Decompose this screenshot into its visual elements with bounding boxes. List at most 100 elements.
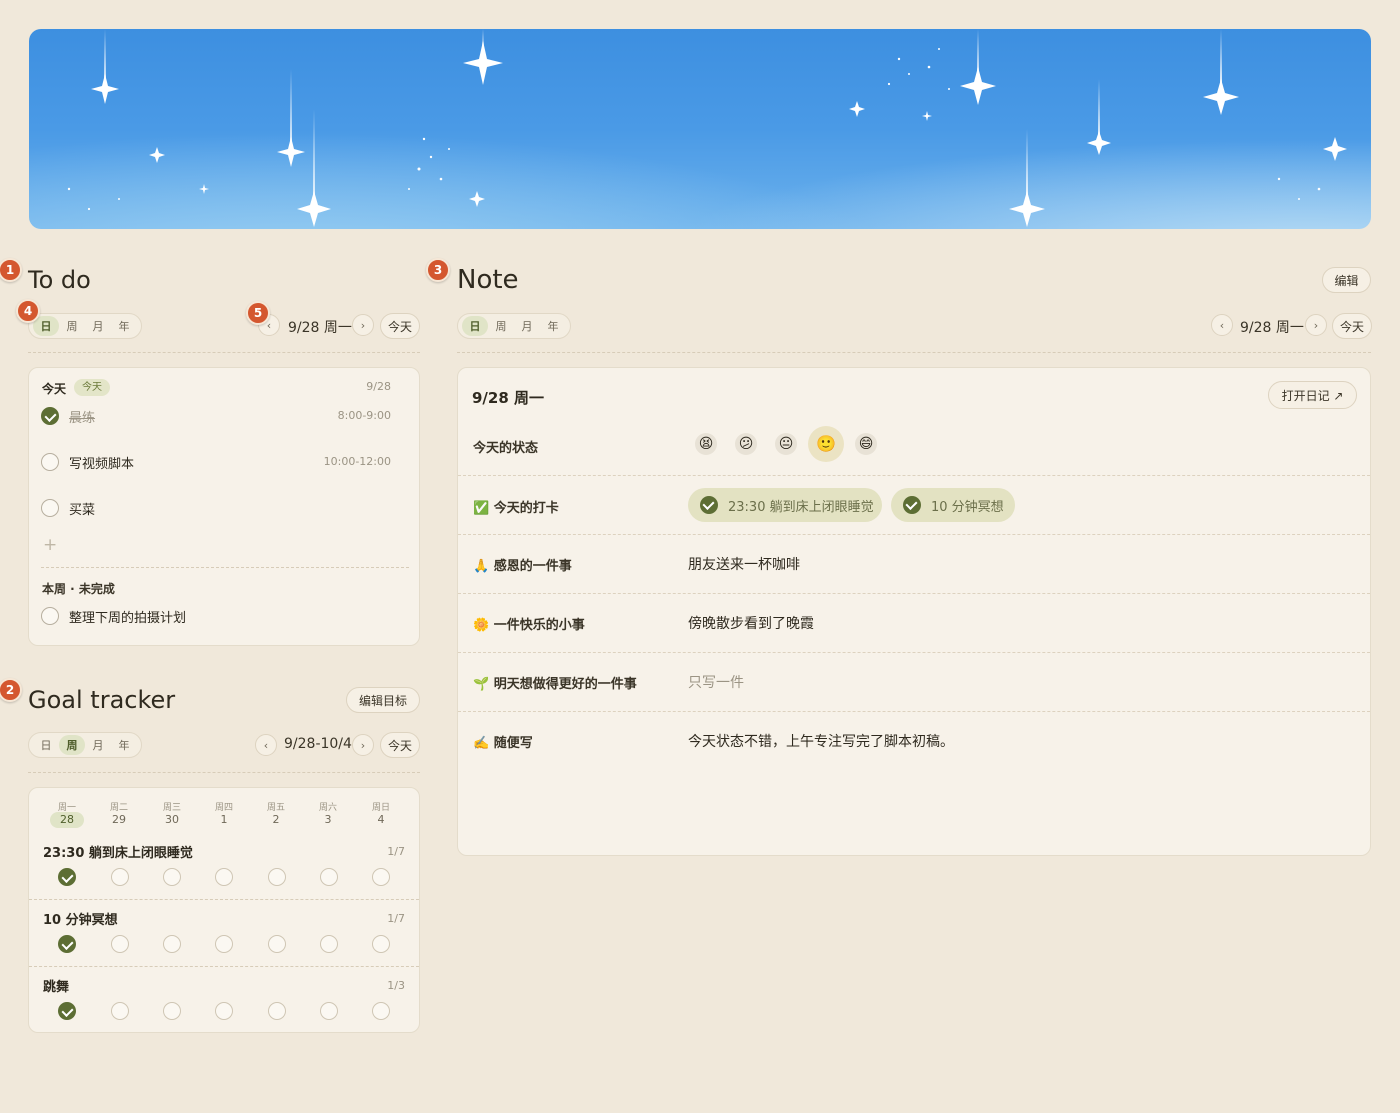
header-banner-image	[29, 29, 1371, 229]
today-date-label: 9/28	[366, 380, 391, 393]
todo-view-week[interactable]: 周	[59, 316, 85, 336]
goal-day-check[interactable]	[111, 1002, 129, 1020]
goal-view-month[interactable]: 月	[85, 735, 111, 755]
note-view-day[interactable]: 日	[462, 316, 488, 336]
todo-date: 9/28 周一	[288, 320, 352, 336]
goal-day-check[interactable]	[372, 868, 390, 886]
todo-next-button[interactable]: ›	[352, 314, 374, 336]
goal-day-check[interactable]	[268, 935, 286, 953]
todo-item[interactable]: 写视频脚本 10:00-12:00	[29, 450, 419, 474]
step-badge-2: 2	[0, 678, 22, 702]
happy-thing-label: 🌼 一件快乐的小事	[473, 618, 585, 633]
goal-day-check[interactable]	[163, 1002, 181, 1020]
checkin-chip-label: 10 分钟冥想	[931, 499, 1004, 515]
edit-goals-button[interactable]: 编辑目标	[346, 687, 420, 713]
day-number[interactable]: 30	[155, 812, 189, 828]
improve-row[interactable]: 🌱 明天想做得更好的一件事 只写一件	[458, 652, 1370, 711]
today-tag: 今天	[74, 379, 110, 396]
divider	[28, 352, 420, 353]
mood-neutral-icon[interactable]: 😐	[775, 433, 797, 455]
todo-checkbox[interactable]	[41, 499, 59, 517]
todo-checkbox[interactable]	[41, 453, 59, 471]
week-section-label: 本周 · 未完成	[42, 582, 115, 596]
goal-day-check[interactable]	[215, 1002, 233, 1020]
mood-very-happy-icon[interactable]: 😄	[855, 433, 877, 455]
note-today-button[interactable]: 今天	[1332, 313, 1372, 339]
note-card-date: 9/28 周一	[472, 389, 545, 407]
goal-day-check[interactable]	[111, 868, 129, 886]
mood-sad-icon[interactable]: 😕	[735, 433, 757, 455]
checkin-chip[interactable]: 23:30 躺到床上闭眼睡觉	[688, 488, 882, 522]
goal-day-check[interactable]	[320, 1002, 338, 1020]
chevron-right-icon: ›	[360, 738, 366, 752]
improve-label: 🌱 明天想做得更好的一件事	[473, 677, 637, 692]
goal-today-button[interactable]: 今天	[380, 732, 420, 758]
step-badge-4: 4	[16, 299, 40, 323]
day-number[interactable]: 1	[207, 812, 241, 828]
goal-day-check[interactable]	[215, 868, 233, 886]
todo-view-month[interactable]: 月	[85, 316, 111, 336]
goal-day-check[interactable]	[372, 935, 390, 953]
goal-next-button[interactable]: ›	[352, 734, 374, 756]
goal-day-check[interactable]	[163, 868, 181, 886]
goal-day-check[interactable]	[372, 1002, 390, 1020]
goal-name: 跳舞	[43, 980, 70, 995]
goal-day-check[interactable]	[111, 935, 129, 953]
improve-placeholder[interactable]: 只写一件	[688, 672, 744, 692]
goal-day-check[interactable]	[268, 868, 286, 886]
todo-text: 写视频脚本	[69, 457, 135, 472]
goal-name: 23:30 躺到床上闭眼睡觉	[43, 846, 193, 861]
goal-day-check[interactable]	[320, 868, 338, 886]
goal-day-check-done[interactable]	[58, 1002, 76, 1020]
freewrite-row[interactable]: ✍️ 随便写 今天状态不错，上午专注写完了脚本初稿。	[458, 711, 1370, 771]
todo-today-button[interactable]: 今天	[380, 313, 420, 339]
day-number[interactable]: 3	[311, 812, 345, 828]
note-edit-button[interactable]: 编辑	[1322, 267, 1371, 293]
gratitude-row[interactable]: 🙏 感恩的一件事 朋友送来一杯咖啡	[458, 534, 1370, 593]
happy-thing-value[interactable]: 傍晚散步看到了晚霞	[688, 613, 814, 633]
goal-day-check[interactable]	[163, 935, 181, 953]
note-next-button[interactable]: ›	[1305, 314, 1327, 336]
gratitude-value[interactable]: 朋友送来一杯咖啡	[688, 554, 800, 574]
plus-icon[interactable]: +	[43, 535, 57, 555]
today-section-label: 今天	[42, 382, 67, 396]
mood-tired-icon[interactable]: 😫	[695, 433, 717, 455]
goal-day-check-done[interactable]	[58, 935, 76, 953]
goal-day-check[interactable]	[215, 935, 233, 953]
checkin-chip[interactable]: 10 分钟冥想	[891, 488, 1015, 522]
freewrite-value[interactable]: 今天状态不错，上午专注写完了脚本初稿。	[688, 731, 954, 751]
day-number-selected[interactable]: 28	[50, 812, 84, 828]
happy-thing-row[interactable]: 🌼 一件快乐的小事 傍晚散步看到了晚霞	[458, 593, 1370, 652]
note-view-month[interactable]: 月	[514, 316, 540, 336]
open-diary-button[interactable]: 打开日记 ↗	[1268, 381, 1357, 409]
day-number[interactable]: 29	[102, 812, 136, 828]
divider	[29, 966, 419, 967]
note-view-switcher: 日 周 月 年	[457, 313, 571, 339]
todo-view-year[interactable]: 年	[111, 316, 137, 336]
todo-item[interactable]: 买菜	[29, 496, 419, 520]
todo-item[interactable]: 整理下周的拍摄计划	[29, 604, 419, 628]
goal-day-check-done[interactable]	[58, 868, 76, 886]
todo-checkbox-done[interactable]	[41, 407, 59, 425]
todo-item[interactable]: 晨练 8:00-9:00	[29, 404, 419, 428]
todo-title: To do	[28, 266, 91, 294]
goal-view-day[interactable]: 日	[33, 735, 59, 755]
note-date: 9/28 周一	[1240, 320, 1304, 336]
goal-view-week[interactable]: 周	[59, 735, 85, 755]
goal-view-year[interactable]: 年	[111, 735, 137, 755]
checkin-label: ✅ 今天的打卡	[473, 501, 559, 516]
mood-happy-icon[interactable]: 🙂	[815, 433, 837, 455]
day-number[interactable]: 2	[259, 812, 293, 828]
note-view-week[interactable]: 周	[488, 316, 514, 336]
goal-day-check[interactable]	[320, 935, 338, 953]
note-view-year[interactable]: 年	[540, 316, 566, 336]
goal-day-check[interactable]	[268, 1002, 286, 1020]
todo-checkbox[interactable]	[41, 607, 59, 625]
goal-prev-button[interactable]: ‹	[255, 734, 277, 756]
chevron-left-icon: ‹	[1219, 318, 1225, 332]
divider	[457, 352, 1371, 353]
note-prev-button[interactable]: ‹	[1211, 314, 1233, 336]
todo-text: 晨练	[69, 411, 96, 426]
check-icon	[903, 496, 921, 514]
day-number[interactable]: 4	[364, 812, 398, 828]
